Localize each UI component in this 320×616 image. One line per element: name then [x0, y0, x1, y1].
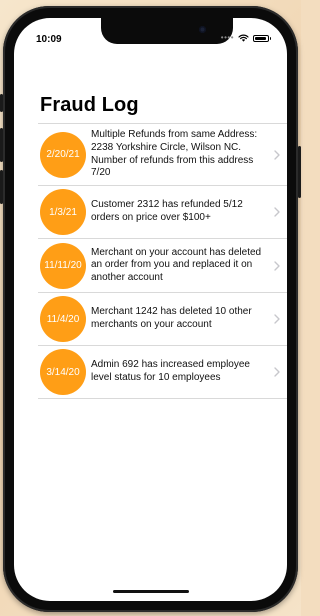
wifi-icon	[238, 34, 249, 42]
signal-dots-icon: ••••	[220, 33, 234, 42]
list-item[interactable]: 11/4/20 Merchant 1242 has deleted 10 oth…	[38, 292, 287, 345]
date-badge: 3/14/20	[40, 349, 86, 395]
fraud-description: Multiple Refunds from same Address: 2238…	[91, 129, 258, 179]
volume-up-button	[0, 128, 3, 162]
fraud-description: Customer 2312 has refunded 5/12 orders o…	[91, 199, 243, 223]
power-button	[298, 146, 301, 198]
chevron-right-icon	[274, 367, 280, 377]
home-indicator[interactable]	[113, 590, 189, 593]
date-badge: 11/4/20	[40, 296, 86, 342]
chevron-right-icon	[274, 314, 280, 324]
chevron-right-icon	[274, 260, 280, 271]
date-badge: 11/11/20	[40, 242, 86, 289]
fraud-log-list: 2/20/21 Multiple Refunds from same Addre…	[38, 123, 287, 399]
chevron-right-icon	[274, 149, 280, 160]
date-badge: 2/20/21	[40, 131, 86, 178]
silent-switch	[0, 94, 3, 112]
status-time: 10:09	[36, 34, 62, 45]
phone-frame: 10:09 •••• Fraud Log 2/20/21 Multiple Re…	[0, 6, 301, 612]
fraud-description: Admin 692 has increased employee level s…	[91, 359, 250, 383]
status-icons: ••••	[220, 33, 271, 42]
notch	[101, 18, 233, 44]
front-camera-icon	[199, 26, 206, 33]
page-title: Fraud Log	[40, 94, 139, 116]
battery-level	[255, 36, 266, 40]
battery-icon	[253, 34, 271, 42]
fraud-description: Merchant on your account has deleted an …	[91, 246, 262, 283]
volume-down-button	[0, 170, 3, 204]
list-item[interactable]: 2/20/21 Multiple Refunds from same Addre…	[38, 123, 287, 185]
list-item[interactable]: 11/11/20 Merchant on your account has de…	[38, 238, 287, 292]
fraud-description: Merchant 1242 has deleted 10 other merch…	[91, 306, 252, 330]
list-item[interactable]: 1/3/21 Customer 2312 has refunded 5/12 o…	[38, 185, 287, 238]
chevron-right-icon	[274, 207, 280, 217]
date-badge: 1/3/21	[40, 189, 86, 235]
app-screen: 10:09 •••• Fraud Log 2/20/21 Multiple Re…	[14, 18, 287, 601]
list-item[interactable]: 3/14/20 Admin 692 has increased employee…	[38, 345, 287, 399]
